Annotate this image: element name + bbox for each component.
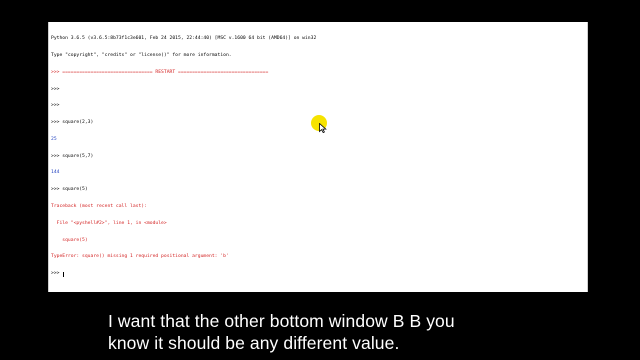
- shell-line: >>>: [51, 103, 60, 109]
- text-caret: [63, 271, 65, 277]
- shell-line: square(5): [51, 237, 88, 243]
- video-caption: I want that the other bottom window B B …: [108, 310, 578, 354]
- mouse-pointer-icon: [319, 123, 327, 133]
- shell-line: >>> square(5,7): [51, 153, 94, 159]
- shell-prompt: >>>: [51, 271, 63, 277]
- video-frame: Python 3.6.5 (v3.6.5:8b73f1c3e601, Feb 2…: [0, 0, 640, 360]
- shell-line: >>>: [51, 86, 60, 92]
- shell-line: >>> square(5): [51, 187, 88, 193]
- shell-output[interactable]: Python 3.6.5 (v3.6.5:8b73f1c3e601, Feb 2…: [51, 25, 585, 292]
- shell-prompt-line[interactable]: >>>: [51, 271, 585, 277]
- shell-line: Traceback (most recent call last):: [51, 204, 147, 209]
- shell-line: TypeError: square() missing 1 required p…: [51, 254, 229, 260]
- shell-line: Python 3.6.5 (v3.6.5:8b73f1c3e601, Feb 2…: [51, 36, 317, 42]
- caption-line-2: know it should be any different value.: [108, 333, 400, 353]
- shell-line: 25: [51, 136, 57, 142]
- shell-line: >>> ================================ RES…: [51, 69, 269, 75]
- caption-line-1: I want that the other bottom window B B …: [108, 311, 455, 331]
- shell-line: 144: [51, 170, 60, 176]
- shell-line: Type "copyright", "credits" or "license(…: [51, 52, 232, 58]
- shell-line: File "<pyshell#2>", line 1, in <module>: [51, 220, 167, 226]
- python-shell-window[interactable]: Python 3.6.5 (v3.6.5:8b73f1c3e601, Feb 2…: [48, 22, 588, 292]
